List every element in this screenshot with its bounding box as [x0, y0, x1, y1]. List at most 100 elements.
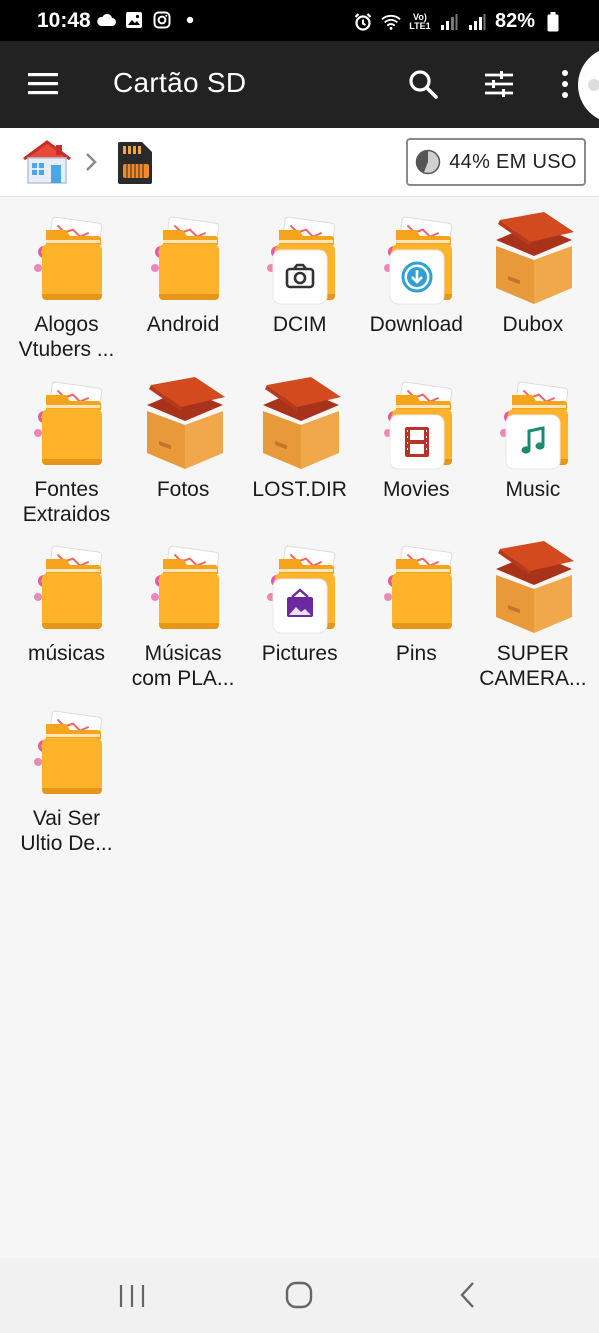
folder-item[interactable]: Dubox [474, 204, 591, 368]
page-title: Cartão SD [113, 67, 247, 98]
box-icon [496, 212, 575, 304]
search-button[interactable] [406, 67, 440, 101]
folder-label: Pins [395, 642, 437, 665]
box-icon [486, 210, 580, 310]
recent-apps-button[interactable] [116, 1282, 148, 1310]
folder-icon [137, 210, 231, 310]
folder-label: Fotos [156, 477, 210, 501]
navigation-bar [0, 1258, 599, 1333]
back-button[interactable] [456, 1280, 480, 1310]
edge-panel-handle[interactable] [578, 47, 599, 123]
folder-item[interactable]: Movies [358, 369, 475, 533]
filter-button[interactable] [482, 67, 516, 101]
status-time: 10:48 [37, 9, 91, 32]
more-options-button[interactable] [558, 67, 572, 101]
folder-icon [20, 375, 114, 475]
folder-icon [34, 545, 103, 629]
picture-icon [272, 578, 328, 634]
home-icon [23, 140, 71, 184]
folder-icon [486, 375, 580, 475]
folder-item[interactable]: Android [125, 204, 242, 368]
folder-icon [150, 216, 219, 300]
cloud-icon [96, 10, 116, 30]
folder-label: LOST.DIR [252, 477, 347, 501]
folder-item[interactable]: músicas [8, 533, 125, 697]
folder-label: Vai Ser Ultio De... [20, 806, 113, 855]
folder-label: Music [505, 477, 561, 501]
folder-label: Dubox [502, 313, 564, 336]
instagram-icon [152, 10, 172, 30]
folder-label: Android [146, 313, 220, 336]
sd-card-icon [118, 142, 152, 184]
edge-panel-icon [588, 79, 599, 91]
breadcrumb-home[interactable] [20, 139, 74, 185]
home-circle-icon [285, 1281, 313, 1309]
download-icon [389, 249, 445, 305]
home-button[interactable] [283, 1279, 315, 1311]
storage-usage-label: 44% EM USO [449, 150, 577, 173]
signal-icon [467, 12, 487, 32]
folder-item[interactable]: LOST.DIR [241, 369, 358, 533]
battery-icon [543, 11, 563, 32]
folder-icon [370, 539, 464, 639]
battery-percent: 82% [494, 10, 535, 32]
alarm-icon [353, 12, 373, 32]
box-icon [146, 376, 225, 469]
box-icon [496, 541, 575, 633]
music-note-icon [505, 414, 561, 469]
menu-button[interactable] [26, 69, 62, 99]
box-icon [253, 375, 347, 475]
sliders-icon [485, 71, 513, 97]
folder-label: Fontes Extraidos [22, 477, 111, 526]
dot-icon [180, 10, 200, 30]
wifi-icon [381, 12, 401, 32]
folder-label: Músicas com PLA... [131, 642, 235, 690]
folder-item[interactable]: Músicas com PLA... [125, 533, 242, 697]
folder-item[interactable]: Fotos [125, 369, 242, 533]
folder-item[interactable]: Vai Ser Ultio De... [8, 698, 125, 862]
folder-label: SUPER CAMERA... [479, 642, 587, 690]
folder-icon [370, 210, 464, 310]
pie-chart-icon [416, 149, 441, 175]
notification-icons [96, 10, 200, 30]
folder-item[interactable]: SUPER CAMERA... [474, 533, 591, 697]
film-icon [389, 414, 445, 469]
folder-icon [34, 216, 103, 300]
back-arrow-icon [460, 1282, 474, 1308]
folder-label: Alogos Vtubers ... [18, 313, 115, 361]
folder-icon [20, 539, 114, 639]
folder-icon [370, 375, 464, 475]
breadcrumb: 44% EM USO [0, 128, 599, 197]
signal-icon [439, 12, 459, 32]
recent-apps-icon [119, 1285, 145, 1307]
system-icons: Vo) LTE1 82% [353, 10, 563, 33]
folder-item[interactable]: Music [474, 369, 591, 533]
storage-usage-button[interactable]: 44% EM USO [406, 138, 586, 186]
folder-icon [383, 545, 453, 629]
folder-label: músicas [27, 642, 106, 665]
folder-icon [150, 545, 219, 629]
folder-label: DCIM [272, 313, 327, 336]
folder-label: Pictures [261, 642, 338, 665]
folder-item[interactable]: Fontes Extraidos [8, 369, 125, 533]
folder-icon [253, 210, 347, 310]
box-icon [263, 376, 342, 469]
folder-label: Download [369, 313, 463, 336]
folder-label: Movies [383, 477, 450, 501]
more-vertical-icon [562, 70, 568, 98]
gallery-icon [124, 10, 144, 30]
folder-item[interactable]: Pictures [241, 533, 358, 697]
network-type: Vo) LTE1 [409, 11, 431, 31]
breadcrumb-sd-card[interactable] [116, 138, 156, 186]
folder-item[interactable]: Alogos Vtubers ... [8, 204, 125, 368]
folder-icon [34, 381, 103, 465]
app-bar: Cartão SD [0, 41, 599, 128]
folder-item[interactable]: DCIM [241, 204, 358, 368]
folder-icon [20, 704, 114, 804]
chevron-right-icon [83, 150, 99, 174]
camera-icon [272, 249, 328, 305]
folder-item[interactable]: Pins [358, 533, 475, 697]
folder-item[interactable]: Download [358, 204, 475, 368]
box-icon [486, 539, 580, 639]
hamburger-icon [28, 73, 58, 95]
